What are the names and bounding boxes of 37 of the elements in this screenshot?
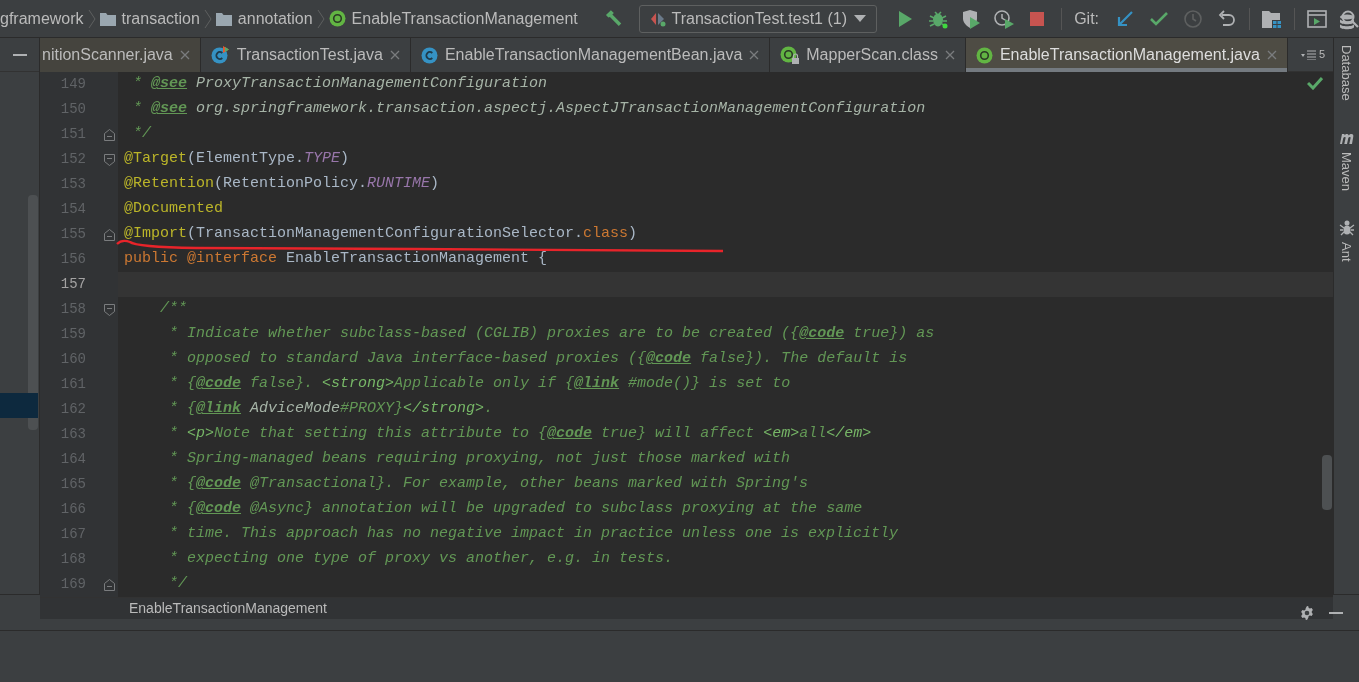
code-line: * opposed to standard Java interface-based proxies ({@code false}). The default is [168,349,908,370]
code-line: * <p>Note that setting this attribute to {@code true} will affect <em>all</em> [168,424,872,445]
code-line: * {@code @Transactional}. For example, other beans marked with Spring's [168,474,809,495]
run-configuration-dropdown[interactable]: TransactionTest.test1 (1) [638,4,878,33]
breadcrumb-item[interactable]: EnableTransactionManagement [351,6,578,31]
code-line: @Retention(RetentionPolicy.RUNTIME) [124,174,440,195]
code-line: @Import(TransactionManagementConfigurationSelector.class) [124,224,638,245]
code-line: */ [132,124,151,145]
code-line: * {@link AdviceMode#PROXY}</strong>. [168,399,494,420]
code-line: * @see org.springframework.transaction.aspectj.AspectJTransactionManagementConfiguration [132,99,926,120]
tool-window-button[interactable]: Database [1336,14,1357,101]
code-line: */ [168,574,187,595]
tool-window-button[interactable]: Maven [1336,128,1357,191]
code-line: * @see ProxyTransactionManagementConfiguration [132,74,548,95]
editor-tab[interactable]: TransactionTest.java [200,38,411,72]
code-line: @Target(ElementType.TYPE) [124,149,350,170]
editor-tab[interactable]: EnableTransactionManagementBean.java [410,38,771,72]
tab-overflow-button[interactable]: 5 [1296,38,1329,71]
tool-window-button[interactable]: Ant [1336,218,1357,262]
line-number: 157 [59,275,86,294]
editor-breadcrumb[interactable]: EnableTransactionManagement [129,598,327,619]
code-line: * expecting one type of proxy vs another, e.g. in tests. [168,549,674,570]
code-line: * {@code false}. <strong>Applicable only if {@link #mode()} is set to [168,374,791,395]
editor-tab[interactable]: MapperScan.class [770,38,966,72]
breadcrumb-item[interactable]: annotation [237,6,313,31]
code-line: * time. This approach has no negative impact in practice unless one is explicitly [168,524,899,545]
code-line: * Indicate whether subclass-based (CGLIB) proxies are to be created ({@code true}) as [168,324,935,345]
editor-tab[interactable]: EnableTransactionManagement.java [965,38,1288,72]
editor-tab[interactable]: nitionScanner.java [40,38,201,72]
code-line: public @interface EnableTransactionManagement { [124,249,548,270]
breadcrumb-item[interactable]: transaction [121,6,200,31]
code-line: * Spring-managed beans requiring proxying, not just those marked with [168,449,791,470]
breadcrumb-item[interactable]: gframework [0,6,84,31]
code-line: @Documented [124,199,224,220]
code-line: /** [159,299,187,320]
git-label: Git: [1074,8,1100,29]
code-line: * {@code @Async} annotation will be upgraded to subclass proxying at the same [168,499,863,520]
